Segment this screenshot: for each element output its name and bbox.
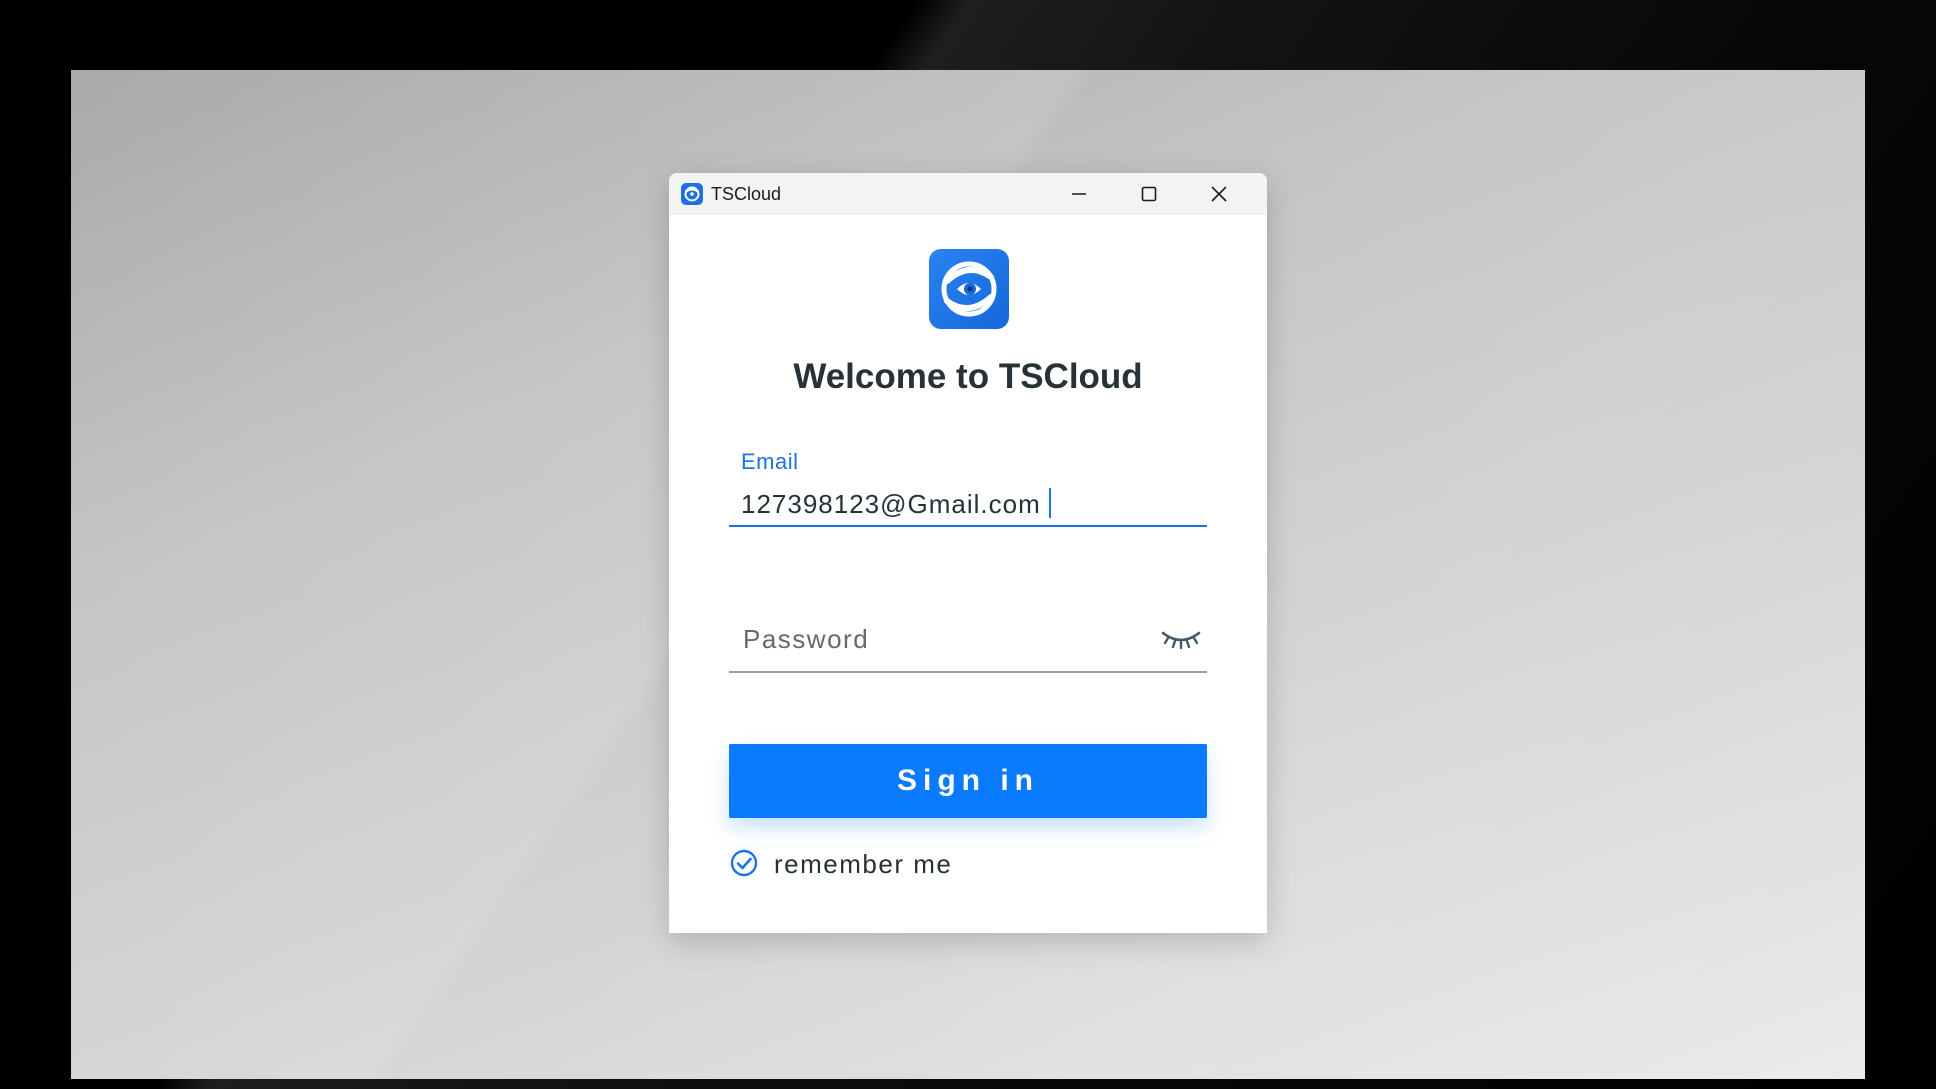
maximize-icon [1141,186,1157,202]
minimize-button[interactable] [1044,173,1114,215]
email-label: Email [741,449,799,474]
email-input[interactable]: 127398123@Gmail.com [741,488,1051,520]
email-value: 127398123@Gmail.com [741,489,1041,519]
minimize-icon [1072,193,1086,195]
sign-in-button[interactable]: Sign in [729,744,1207,818]
login-window: TSCloud Welcome to TSCloud Email 1273981… [669,173,1267,933]
welcome-heading: Welcome to TSCloud [793,357,1143,396]
email-field[interactable]: Email 127398123@Gmail.com [729,441,1207,527]
eye-closed-icon[interactable] [1159,621,1203,653]
window-title: TSCloud [711,184,782,204]
check-circle-icon[interactable] [729,848,759,878]
desktop-screen: TSCloud Welcome to TSCloud Email 1273981… [71,70,1865,1079]
title-bar[interactable]: TSCloud [669,173,1267,215]
tscloud-logo-icon [929,249,1009,329]
close-button[interactable] [1184,173,1254,215]
app-title-icon [681,183,703,205]
password-field[interactable] [729,587,1207,673]
close-icon [1211,186,1227,202]
text-caret [1048,488,1051,518]
password-input[interactable] [743,621,1143,657]
remember-me-label: remember me [774,849,953,879]
maximize-button[interactable] [1114,173,1184,215]
